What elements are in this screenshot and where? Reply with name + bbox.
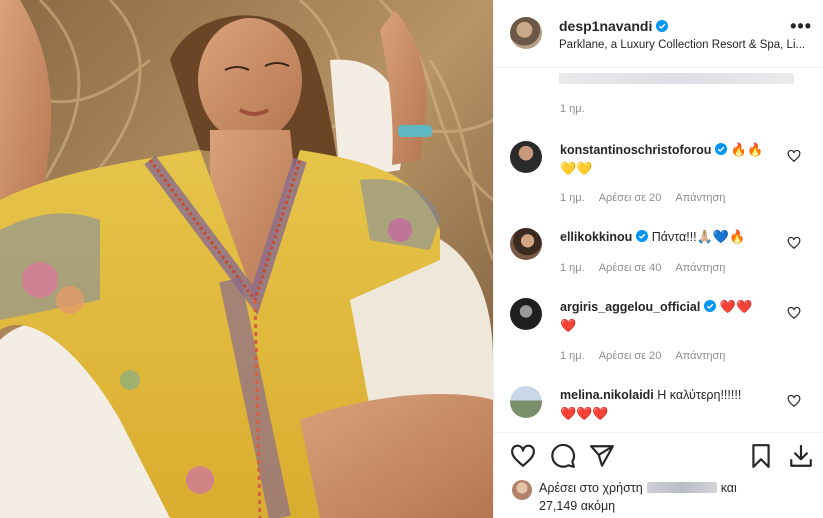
more-options-icon[interactable]: ••• — [790, 17, 812, 35]
author-username-text[interactable]: desp1navandi — [559, 18, 652, 34]
comment-text-line2: ❤️❤️❤️ — [560, 406, 609, 421]
likes-summary[interactable]: Αρέσει στο χρήστη και — [539, 481, 737, 495]
caption-time: 1 ημ. — [560, 103, 585, 115]
reply-button[interactable]: Απάντηση — [675, 192, 725, 204]
commenter-avatar[interactable] — [510, 228, 542, 260]
post-photo[interactable] — [0, 0, 493, 518]
comment-meta: 1 ημ. Αρέσει σε 20 Απάντηση — [560, 350, 739, 362]
author-username[interactable]: desp1navandi — [559, 18, 669, 34]
heart-icon[interactable] — [510, 443, 536, 469]
comment-username[interactable]: ellikokkinou Πάντα!!!🙏🏼💙🔥 — [560, 230, 745, 244]
comment-text: Πάντα!!! — [651, 230, 697, 244]
comment-text-line2: ❤️ — [560, 318, 577, 333]
likes-prefix: Αρέσει στο χρήστη — [539, 481, 643, 495]
download-icon[interactable] — [788, 443, 814, 469]
post-location[interactable]: Parklane, a Luxury Collection Resort & S… — [559, 39, 807, 51]
comment-meta: 1 ημ. Αρέσει σε 20 Απάντηση — [560, 192, 739, 204]
verified-badge-icon — [704, 300, 717, 312]
comment-likes[interactable]: Αρέσει σε 20 — [599, 192, 662, 204]
reply-button[interactable]: Απάντηση — [675, 350, 725, 362]
commenter-avatar[interactable] — [510, 141, 542, 173]
likes-count[interactable]: 27,149 ακόμη — [539, 499, 615, 513]
comment-time: 1 ημ. — [560, 350, 585, 362]
verified-badge-icon — [656, 20, 669, 32]
comment-username[interactable]: konstantinoschristoforou 🔥🔥 — [560, 143, 763, 157]
comment-username-text[interactable]: argiris_aggelou_official — [560, 300, 700, 314]
verified-badge-icon — [715, 143, 728, 155]
comment-username[interactable]: argiris_aggelou_official ❤️❤️ — [560, 300, 752, 314]
comment-like-heart-icon[interactable] — [787, 149, 801, 163]
commenter-avatar[interactable] — [510, 298, 542, 330]
comment-likes[interactable]: Αρέσει σε 20 — [599, 350, 662, 362]
comment-like-heart-icon[interactable] — [787, 306, 801, 320]
comment-username[interactable]: melina.nikolaidi Η καλύτερη!!!!!! — [560, 388, 741, 402]
comment-text: Η καλύτερη!!!!!! — [657, 388, 742, 402]
comments-panel: desp1navandi Parklane, a Luxury Collecti… — [493, 0, 823, 518]
share-icon[interactable] — [589, 443, 615, 469]
comment-meta: 1 ημ. Αρέσει σε 40 Απάντηση — [560, 262, 739, 274]
reply-button[interactable]: Απάντηση — [675, 262, 725, 274]
comment-icon[interactable] — [550, 443, 576, 469]
likes-suffix: και — [720, 481, 737, 495]
comment-emoji: 🙏🏼💙🔥 — [696, 229, 746, 244]
comment-text-line2: 💛💛 — [560, 161, 593, 176]
commenter-avatar[interactable] — [510, 386, 542, 418]
instagram-post: desp1navandi Parklane, a Luxury Collecti… — [0, 0, 823, 518]
comment-username-text[interactable]: melina.nikolaidi — [560, 388, 654, 402]
comment-emoji: ❤️❤️ — [719, 299, 753, 314]
comment-time: 1 ημ. — [560, 262, 585, 274]
bookmark-icon[interactable] — [748, 443, 774, 469]
author-avatar[interactable] — [510, 17, 542, 49]
post-header: desp1navandi Parklane, a Luxury Collecti… — [494, 0, 823, 68]
comment-like-heart-icon[interactable] — [787, 394, 801, 408]
comment-like-heart-icon[interactable] — [787, 236, 801, 250]
liker-username-redacted — [646, 482, 717, 493]
post-action-bar: Αρέσει στο χρήστη και 27,149 ακόμη — [494, 432, 823, 518]
caption-redacted — [559, 73, 794, 84]
comment-likes[interactable]: Αρέσει σε 40 — [599, 262, 662, 274]
liker-avatar[interactable] — [512, 480, 532, 500]
comment-time: 1 ημ. — [560, 192, 585, 204]
comment-emoji: 🔥🔥 — [730, 142, 764, 157]
comment-username-text[interactable]: ellikokkinou — [560, 230, 632, 244]
comment-username-text[interactable]: konstantinoschristoforou — [560, 143, 711, 157]
photo-illustration — [0, 0, 493, 518]
verified-badge-icon — [636, 230, 649, 242]
